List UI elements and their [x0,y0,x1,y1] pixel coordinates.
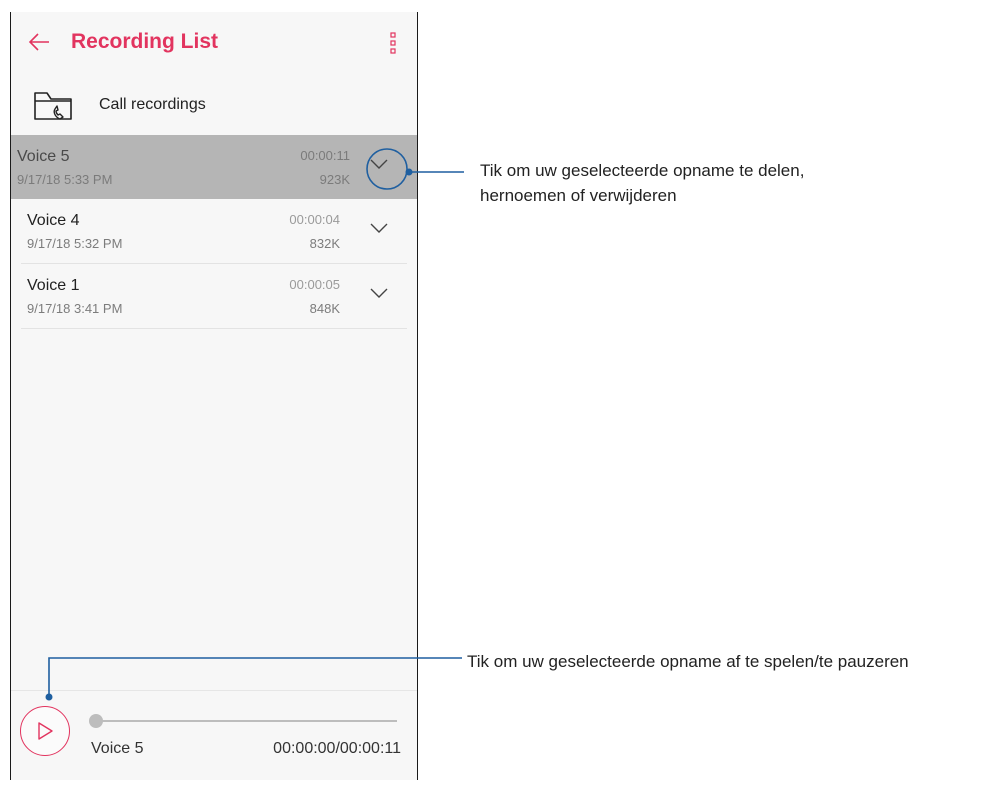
folder-phone-icon [34,92,72,120]
recording-name: Voice 1 [27,277,80,294]
recording-name: Voice 5 [17,148,70,165]
callout-options: Tik om uw geselecteerde opname te delen,… [480,158,804,208]
recording-date: 9/17/18 5:32 PM [27,236,123,251]
player-divider [11,690,417,691]
recording-list: Voice 5 9/17/18 5:33 PM 00:00:11 923K Vo… [11,135,417,329]
play-icon [38,722,53,740]
play-button[interactable] [20,706,70,756]
list-item[interactable]: Voice 4 9/17/18 5:32 PM 00:00:04 832K [21,199,407,264]
app-header: Recording List [11,12,417,74]
more-vert-icon[interactable] [389,32,397,54]
seek-bar[interactable] [97,720,397,722]
recording-duration: 00:00:04 [289,212,340,227]
recording-size: 923K [319,172,350,187]
callout-options-line2: hernoemen of verwijderen [480,186,677,205]
recording-duration: 00:00:05 [289,277,340,292]
recording-size: 832K [309,236,340,251]
recording-duration: 00:00:11 [300,148,350,163]
list-item[interactable]: Voice 1 9/17/18 3:41 PM 00:00:05 848K [21,264,407,329]
call-recordings-folder[interactable]: Call recordings [11,82,417,132]
list-item[interactable]: Voice 5 9/17/18 5:33 PM 00:00:11 923K [11,135,417,199]
page-title: Recording List [71,30,219,53]
folder-label: Call recordings [99,96,206,113]
chevron-down-icon[interactable] [369,286,389,300]
arrow-left-icon[interactable] [27,30,51,54]
recording-size: 848K [309,301,340,316]
recording-name: Voice 4 [27,212,80,229]
playback-time: 00:00:00/00:00:11 [273,740,401,757]
seek-handle[interactable] [89,714,103,728]
recording-date: 9/17/18 3:41 PM [27,301,123,316]
phone-screen: Recording List Call recordings Voice 5 9… [10,12,418,780]
recording-date: 9/17/18 5:33 PM [17,172,113,187]
now-playing-name: Voice 5 [91,740,144,757]
chevron-down-icon[interactable] [369,221,389,235]
callout-play: Tik om uw geselecteerde opname af te spe… [467,652,909,671]
chevron-down-icon[interactable] [369,157,389,171]
callout-options-line1: Tik om uw geselecteerde opname te delen, [480,161,805,180]
